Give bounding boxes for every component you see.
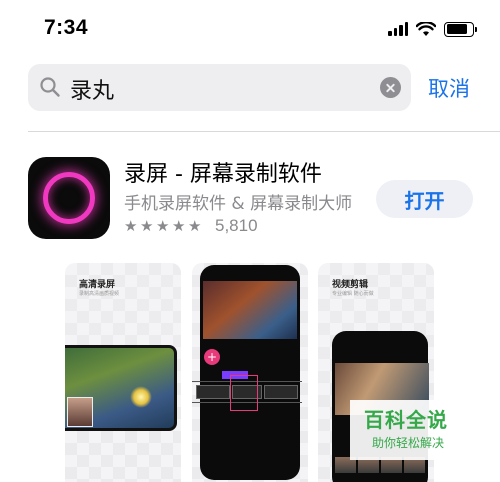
status-bar: 7:34 [0,0,500,56]
video-preview-image [203,281,297,339]
star-icon: ★ [140,216,154,235]
rating-row: ★ ★ ★ ★ ★ 5,810 [124,216,258,236]
star-icon: ★ [124,216,138,235]
screenshot-title: 高清录屏 [79,280,116,290]
app-icon[interactable] [28,157,110,239]
wifi-icon [416,21,436,36]
search-icon [40,77,60,97]
signal-icon [388,22,408,36]
open-button[interactable]: 打开 [376,180,473,218]
star-icon: ★ [188,216,202,235]
app-title[interactable]: 录屏 - 屏幕录制软件 [124,156,322,188]
divider [28,131,500,132]
screenshot-subtitle: 录制高清画质视频 [79,291,120,297]
clear-icon[interactable] [380,77,401,98]
status-icons [388,20,477,38]
cancel-button[interactable]: 取消 [428,73,470,103]
screenshot-preview-1[interactable]: 高清录屏 录制高清画质视频 [65,263,181,482]
rating-stars: ★ ★ ★ ★ ★ [124,216,203,235]
status-time: 7:34 [44,16,89,39]
watermark-title: 百科全说 [364,408,448,432]
battery-icon [444,21,477,37]
add-icon: + [204,349,220,365]
screenshot-preview-2[interactable]: + [192,263,308,482]
app-subtitle: 手机录屏软件 & 屏幕录制大师 [124,194,353,214]
search-query: 录丸 [70,79,115,104]
phone-mockup: + [200,265,300,480]
screenshot-subtitle: 专业编辑 随心而做 [332,291,374,297]
timeline-marker [230,375,258,411]
rating-count: 5,810 [215,216,258,235]
ring-icon [43,172,95,224]
avatar [67,397,93,427]
screenshot-title: 视频剪辑 [332,280,369,290]
watermark-subtitle: 助你轻松解决 [372,436,445,450]
search-input[interactable]: 录丸 [28,64,411,111]
star-icon: ★ [172,216,186,235]
watermark: 百科全说 助你轻松解决 [350,400,466,460]
star-icon: ★ [156,216,170,235]
